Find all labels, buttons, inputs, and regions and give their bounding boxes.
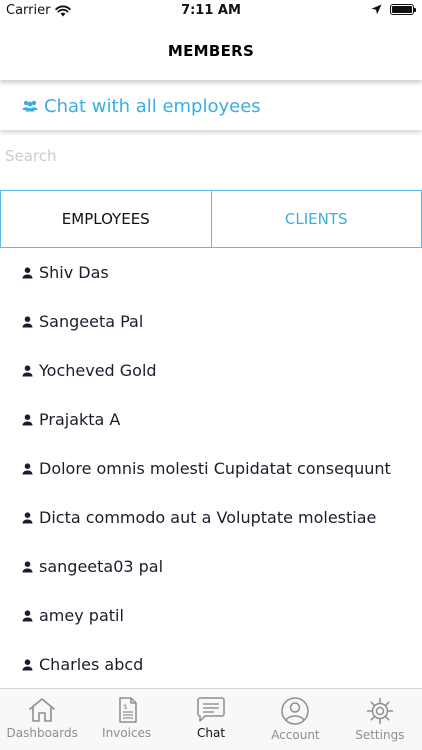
search-input[interactable] (5, 147, 415, 165)
user-icon (22, 658, 33, 670)
user-icon (22, 511, 33, 523)
member-name: Dicta commodo aut a Voluptate molestiae (39, 508, 377, 527)
list-item[interactable]: Dolore omnis molesti Cupidatat consequun… (0, 444, 422, 493)
tab-account[interactable]: Account (253, 689, 337, 750)
list-item[interactable]: Shiv Das (0, 248, 422, 297)
status-bar: Carrier 7:11 AM (0, 0, 422, 22)
list-item[interactable]: Prajakta A (0, 395, 422, 444)
member-name: Prajakta A (39, 410, 121, 429)
member-name: Shiv Das (39, 263, 109, 282)
member-list: Shiv Das Sangeeta Pal Yocheved Gold Praj… (0, 248, 422, 689)
list-item[interactable]: Sangeeta Pal (0, 297, 422, 346)
tab-settings[interactable]: Settings (338, 689, 422, 750)
group-icon (22, 100, 38, 112)
user-icon (22, 364, 33, 376)
tab-invoices[interactable]: $ Invoices (84, 689, 168, 750)
chat-all-label: Chat with all employees (44, 95, 261, 117)
svg-text:$: $ (123, 703, 127, 711)
list-item[interactable]: Dicta commodo aut a Voluptate molestiae (0, 493, 422, 542)
chat-all-employees-button[interactable]: Chat with all employees (0, 82, 422, 130)
member-name: amey patil (39, 606, 124, 625)
tab-dashboards[interactable]: Dashboards (0, 689, 84, 750)
search-bar (0, 146, 422, 176)
user-icon (22, 413, 33, 425)
page-title: MEMBERS (167, 42, 255, 60)
navigation-header: MEMBERS (0, 22, 422, 80)
list-item[interactable]: sangeeta03 pal (0, 542, 422, 591)
tab-clients[interactable]: CLIENTS (212, 191, 422, 247)
list-item[interactable]: amey patil (0, 591, 422, 640)
gear-icon (366, 697, 394, 725)
list-item[interactable]: Yocheved Gold (0, 346, 422, 395)
tab-label: Dashboards (6, 726, 78, 740)
user-icon (22, 560, 33, 572)
tab-label: Account (271, 728, 320, 742)
member-name: sangeeta03 pal (39, 557, 164, 576)
bottom-tab-bar: Dashboards $ Invoices Chat Account Setti… (0, 688, 422, 750)
battery-icon (390, 4, 416, 15)
tab-employees[interactable]: EMPLOYEES (1, 191, 212, 247)
member-name: Charles abcd (39, 655, 144, 674)
chat-icon (197, 697, 225, 722)
user-icon (22, 609, 33, 621)
user-icon (22, 266, 33, 278)
account-icon (281, 697, 310, 725)
member-name: Dolore omnis molesti Cupidatat consequun… (39, 459, 391, 478)
home-icon (29, 698, 56, 722)
tab-chat[interactable]: Chat (169, 689, 253, 750)
member-type-tabs: EMPLOYEES CLIENTS (0, 190, 422, 248)
location-arrow-icon (371, 4, 382, 15)
user-icon (22, 462, 33, 474)
tab-label: Settings (355, 728, 405, 742)
status-time: 7:11 AM (181, 3, 241, 18)
tab-label: Invoices (102, 726, 152, 740)
member-name: Sangeeta Pal (39, 312, 144, 331)
tab-label: Chat (196, 726, 226, 740)
invoice-icon: $ (118, 697, 137, 723)
user-icon (22, 315, 33, 327)
list-item[interactable]: Charles abcd (0, 640, 422, 689)
member-name: Yocheved Gold (39, 361, 157, 380)
status-right (371, 4, 416, 15)
